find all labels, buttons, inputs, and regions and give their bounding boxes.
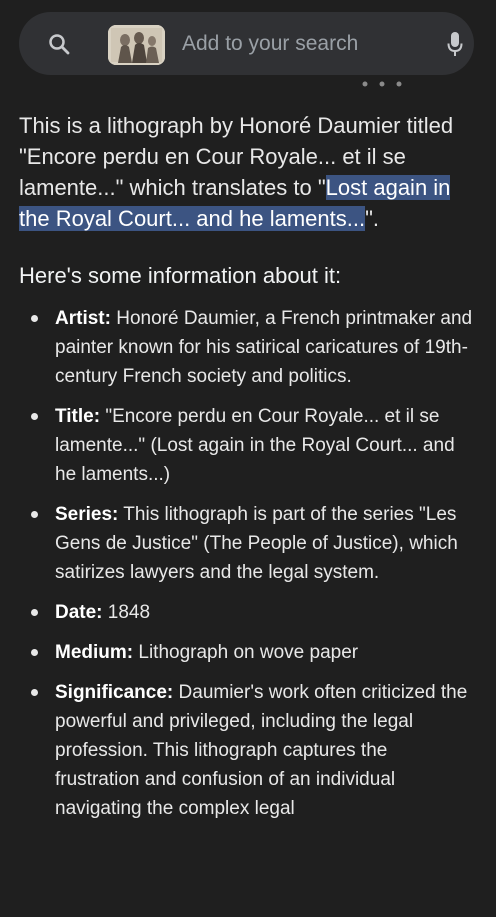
item-text: Lithograph on wove paper	[133, 642, 359, 663]
item-label: Artist:	[55, 308, 111, 329]
list-item-series: Series: This lithograph is part of the s…	[19, 500, 477, 587]
page: Add to your search This is a lithograph …	[0, 0, 496, 917]
item-label: Title:	[55, 406, 101, 427]
search-icon[interactable]	[47, 32, 71, 56]
item-label: Medium:	[55, 642, 134, 663]
list-item-date: Date: 1848	[19, 598, 477, 627]
bullet-icon	[31, 511, 38, 518]
lithograph-thumbnail-image	[108, 25, 165, 65]
search-bar[interactable]: Add to your search	[19, 12, 474, 75]
image-thumbnail[interactable]	[108, 25, 165, 65]
bullet-icon	[31, 609, 38, 616]
bullet-icon	[31, 649, 38, 656]
list-item-significance: Significance: Daumier's work often criti…	[19, 678, 477, 823]
search-input[interactable]: Add to your search	[182, 32, 358, 56]
answer-content: This is a lithograph by Honoré Daumier t…	[19, 110, 477, 834]
item-label: Significance:	[55, 682, 174, 703]
list-item-title: Title: "Encore perdu en Cour Royale... e…	[19, 402, 477, 489]
intro-paragraph: This is a lithograph by Honoré Daumier t…	[19, 110, 477, 234]
item-label: Series:	[55, 504, 119, 525]
list-item-medium: Medium: Lithograph on wove paper	[19, 638, 477, 667]
info-list: Artist: Honoré Daumier, a French printma…	[19, 304, 477, 823]
item-text: "Encore perdu en Cour Royale... et il se…	[55, 406, 455, 485]
intro-end: ".	[365, 206, 379, 231]
item-text: Honoré Daumier, a French printmaker and …	[55, 308, 473, 387]
item-text: 1848	[102, 602, 151, 623]
list-item-artist: Artist: Honoré Daumier, a French printma…	[19, 304, 477, 391]
mic-icon[interactable]	[446, 30, 464, 58]
item-label: Date:	[55, 602, 103, 623]
more-indicator-icon	[362, 81, 402, 87]
bullet-icon	[31, 315, 38, 322]
section-heading: Here's some information about it:	[19, 263, 342, 288]
bullet-icon	[31, 689, 38, 696]
bullet-icon	[31, 413, 38, 420]
